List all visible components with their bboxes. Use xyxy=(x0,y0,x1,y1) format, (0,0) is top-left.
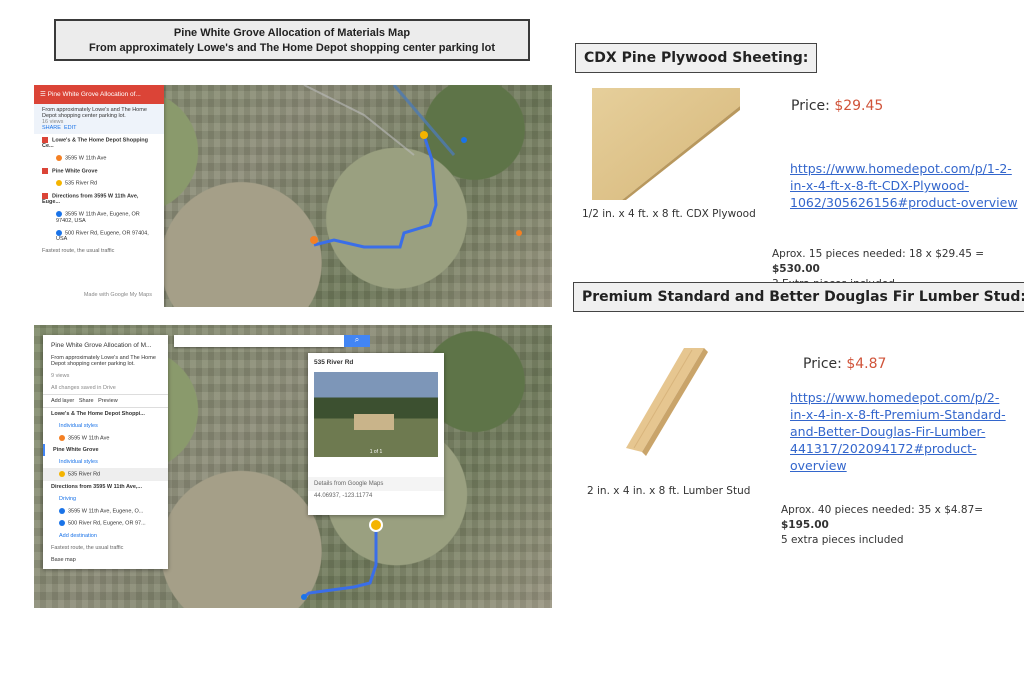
share-button[interactable]: Share xyxy=(79,398,94,404)
layer-2[interactable]: Pine White Grove xyxy=(34,165,164,177)
place-photo[interactable]: 1 of 1 xyxy=(314,372,438,457)
product2-calc: Aprox. 40 pieces needed: 35 x $4.87= $19… xyxy=(781,504,984,546)
checkbox-icon[interactable] xyxy=(42,137,48,143)
traffic-note: Fastest route, the usual traffic xyxy=(42,248,115,255)
product1-heading: CDX Pine Plywood Sheeting: xyxy=(575,43,818,73)
layer-3-destination[interactable]: 500 River Rd, Eugene, OR 97404, USA xyxy=(34,227,164,245)
map2-sidepanel: Pine White Grove Allocation of M... From… xyxy=(43,335,168,569)
layer-3-origin[interactable]: 3595 W 11th Ave, Eugene, OR 97402, USA xyxy=(34,208,164,226)
product2-heading: Premium Standard and Better Douglas Fir … xyxy=(573,282,1024,312)
product2-link[interactable]: https://www.homedepot.com/p/2- in-x-4-in… xyxy=(790,389,1006,474)
product2-caption: 2 in. x 4 in. x 8 ft. Lumber Stud xyxy=(587,485,751,497)
checkbox-icon[interactable] xyxy=(42,192,48,199)
map-screenshot-1[interactable]: ☰ Pine White Grove Allocation of... From… xyxy=(34,85,552,307)
plywood-image xyxy=(592,88,740,200)
map2-toolbar: Add layer Share Preview xyxy=(43,394,168,408)
base-map-toggle[interactable]: Base map xyxy=(43,554,168,566)
layer-3[interactable]: Directions from 3595 W 11th Ave,... xyxy=(43,481,168,493)
layer-1[interactable]: Lowe's & The Home Depot Shopping Ce... xyxy=(34,134,164,152)
layer-1[interactable]: Lowe's & The Home Depot Shoppi... xyxy=(43,408,168,420)
page-title-box: Pine White Grove Allocation of Materials… xyxy=(54,19,530,61)
checkbox-icon[interactable] xyxy=(42,167,48,174)
layer-2-item[interactable]: 535 River Rd xyxy=(34,177,164,189)
share-link[interactable]: SHARE xyxy=(42,125,61,131)
edit-link[interactable]: EDIT xyxy=(64,125,77,131)
map1-sidepanel: ☰ Pine White Grove Allocation of... From… xyxy=(34,85,164,307)
map1-description: From approximately Lowe's and The Home D… xyxy=(34,104,164,134)
product1-link[interactable]: https://www.homedepot.com/p/1-2- in-x-4-… xyxy=(790,160,1018,211)
map-screenshot-2[interactable]: ⌕ Pine White Grove Allocation of M... Fr… xyxy=(34,325,552,608)
map2-header: Pine White Grove Allocation of M... xyxy=(51,342,152,349)
lumber-image xyxy=(622,344,710,456)
product1-price: Price: $29.45 xyxy=(791,98,884,114)
menu-icon[interactable]: ☰ xyxy=(40,91,48,98)
popup-coordinates: 44.06937, -123.11774 xyxy=(314,493,373,499)
page-title: Pine White Grove Allocation of Materials… xyxy=(173,27,411,39)
preview-button[interactable]: Preview xyxy=(98,398,118,404)
lumber-illustration xyxy=(626,348,708,456)
page-subtitle: From approximately Lowe's and The Home D… xyxy=(88,42,495,54)
product2-price: Price: $4.87 xyxy=(803,356,887,372)
place-popup: 535 River Rd 1 of 1 Details from Google … xyxy=(308,353,444,515)
plywood-illustration xyxy=(592,88,740,200)
product1-caption: 1/2 in. x 4 ft. x 8 ft. CDX Plywood xyxy=(582,208,756,220)
add-layer-button[interactable]: Add layer xyxy=(51,398,74,404)
layer-1-item[interactable]: 3595 W 11th Ave xyxy=(34,152,164,164)
map1-footer: Made with Google My Maps xyxy=(83,292,152,298)
layer-2[interactable]: Pine White Grove xyxy=(43,444,168,457)
map1-header: ☰ Pine White Grove Allocation of... xyxy=(34,85,164,104)
layer-3[interactable]: Directions from 3595 W 11th Ave, Euge... xyxy=(34,190,164,208)
popup-title: 535 River Rd xyxy=(314,359,354,366)
